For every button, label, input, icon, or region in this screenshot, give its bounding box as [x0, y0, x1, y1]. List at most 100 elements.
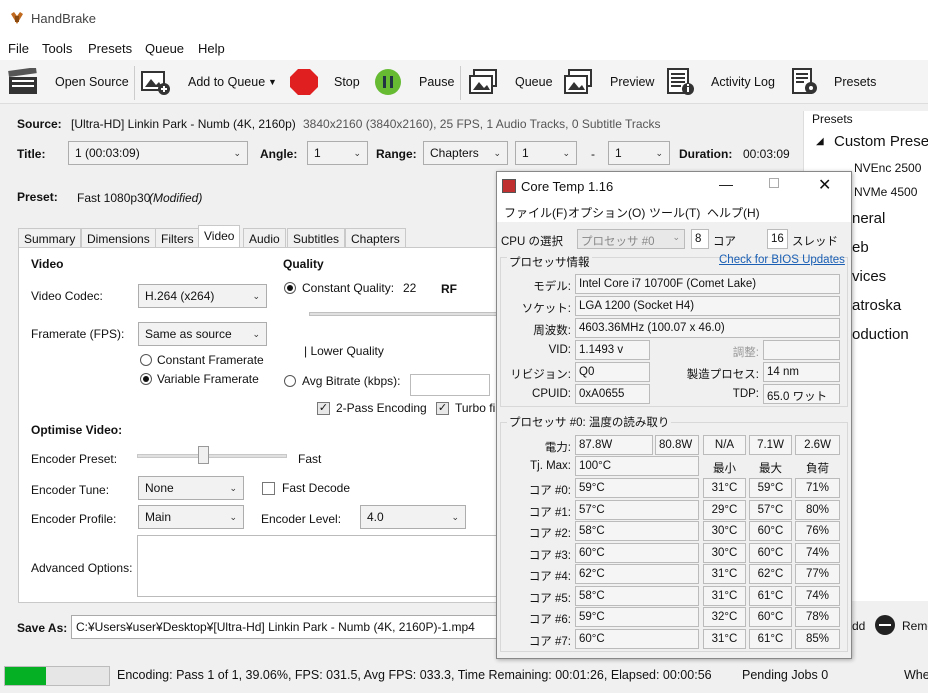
preset-group[interactable]: oduction: [852, 326, 909, 343]
preset-item[interactable]: NVEnc 2500: [854, 161, 921, 175]
avg-bitrate-input[interactable]: [410, 374, 490, 396]
tab-audio[interactable]: Audio: [243, 228, 286, 248]
encode-progress-bar: [4, 666, 110, 686]
presets-panel-title: Presets: [812, 112, 853, 126]
angle-select[interactable]: 1 ⌄: [307, 141, 368, 165]
queue-icon[interactable]: [468, 68, 498, 96]
add-button-partial[interactable]: dd: [852, 619, 865, 633]
title-select[interactable]: 1 (00:03:09) ⌄: [68, 141, 248, 165]
range-end-select[interactable]: 1 ⌄: [608, 141, 670, 165]
core-label: コア #4:: [528, 571, 571, 583]
constant-quality-radio[interactable]: [284, 282, 296, 294]
turbo-checkbox[interactable]: ✓: [436, 402, 449, 415]
clapperboard-icon[interactable]: [8, 67, 38, 96]
encoder-preset-thumb[interactable]: [198, 446, 209, 464]
tdp-label: TDP:: [732, 388, 759, 400]
encoder-tune-select[interactable]: None ⌄: [138, 476, 244, 500]
menu-queue[interactable]: Queue: [145, 41, 184, 56]
save-as-input[interactable]: C:¥Users¥user¥Desktop¥[Ultra-Hd] Linkin …: [71, 615, 501, 639]
chevron-down-icon[interactable]: ▼: [268, 77, 277, 87]
maximize-icon[interactable]: [769, 178, 779, 188]
preview-button[interactable]: Preview: [610, 75, 654, 89]
video-codec-select[interactable]: H.264 (x264) ⌄: [138, 284, 267, 308]
minimize-icon[interactable]: —: [719, 176, 733, 192]
preset-group[interactable]: neral: [852, 210, 885, 227]
open-source-button[interactable]: Open Source: [55, 75, 129, 89]
variable-framerate-radio[interactable]: [140, 373, 152, 385]
avg-bitrate-label: Avg Bitrate (kbps):: [302, 374, 401, 388]
cpu-select[interactable]: プロセッサ #0 ⌄: [577, 229, 685, 249]
tab-filters[interactable]: Filters: [155, 228, 200, 248]
core-temp: 58°C: [575, 585, 699, 606]
encoder-tune-label: Encoder Tune:: [31, 483, 110, 497]
fast-decode-label: Fast Decode: [282, 481, 351, 495]
remove-icon[interactable]: [875, 615, 895, 635]
menu-tools[interactable]: Tools: [42, 41, 72, 56]
ct-menu-tools[interactable]: ツール(T): [649, 204, 700, 221]
presets-group-custom[interactable]: Custom Preset: [834, 133, 928, 150]
col-min-header: 最小: [713, 463, 736, 475]
preset-modified: (Modified): [149, 191, 203, 205]
presets-gear-icon[interactable]: [790, 68, 820, 96]
fast-decode-checkbox[interactable]: [262, 482, 275, 495]
core-min: 31°C: [703, 564, 746, 584]
activity-log-button[interactable]: Activity Log: [711, 75, 775, 89]
tab-label: Subtitles: [293, 232, 340, 246]
menu-file[interactable]: File: [8, 41, 29, 56]
two-pass-checkbox[interactable]: ✓: [317, 402, 330, 415]
tab-subtitles[interactable]: Subtitles: [287, 228, 346, 248]
thermometer-app-icon: [502, 179, 516, 193]
collapse-triangle-icon[interactable]: ◢: [816, 136, 824, 147]
core-max: 62°C: [749, 564, 792, 584]
pause-button[interactable]: Pause: [419, 75, 454, 89]
encoding-status-text: Encoding: Pass 1 of 1, 39.06%, FPS: 031.…: [117, 668, 712, 682]
save-as-path: C:¥Users¥user¥Desktop¥[Ultra-Hd] Linkin …: [76, 620, 475, 634]
range-start-select[interactable]: 1 ⌄: [515, 141, 577, 165]
quality-slider[interactable]: [309, 312, 509, 316]
preset-group[interactable]: vices: [852, 268, 886, 285]
when-done-partial[interactable]: Whe: [904, 668, 928, 682]
tab-chapters[interactable]: Chapters: [345, 228, 406, 248]
core-min: 29°C: [703, 499, 746, 520]
stop-button[interactable]: Stop: [334, 75, 360, 89]
stop-icon[interactable]: [289, 68, 319, 96]
menu-presets[interactable]: Presets: [88, 41, 132, 56]
ct-menu-help[interactable]: ヘルプ(H): [707, 204, 760, 221]
process-label: 製造プロセス:: [686, 369, 759, 381]
ct-menu-file[interactable]: ファイル(F): [504, 204, 567, 221]
queue-button[interactable]: Queue: [515, 75, 553, 89]
advanced-options-textarea[interactable]: [137, 535, 517, 597]
preset-group[interactable]: atroska: [852, 297, 901, 314]
video-tab-panel: Video Video Codec: H.264 (x264) ⌄ Framera…: [18, 247, 518, 603]
menu-help[interactable]: Help: [198, 41, 225, 56]
encoder-level-select[interactable]: 4.0 ⌄: [360, 505, 466, 529]
range-type-select[interactable]: Chapters ⌄: [423, 141, 508, 165]
app-title: HandBrake: [31, 11, 97, 26]
core-max: 57°C: [749, 499, 792, 520]
core-load: 85%: [795, 628, 840, 649]
preview-icon[interactable]: [563, 68, 593, 96]
activity-log-icon[interactable]: [666, 68, 696, 96]
framerate-select[interactable]: Same as source ⌄: [138, 322, 267, 346]
bios-update-link[interactable]: Check for BIOS Updates: [719, 254, 845, 266]
preset-item[interactable]: NVMe 4500: [854, 185, 917, 199]
avg-bitrate-radio[interactable]: [284, 375, 296, 387]
tab-dimensions[interactable]: Dimensions: [81, 228, 156, 248]
add-to-queue-button[interactable]: Add to Queue: [188, 75, 265, 89]
pause-icon[interactable]: [373, 68, 403, 96]
ct-menu-options[interactable]: オプション(O): [568, 204, 645, 221]
encoder-profile-select[interactable]: Main ⌄: [138, 505, 244, 529]
tab-video[interactable]: Video: [198, 225, 241, 248]
encoder-preset-slider[interactable]: [137, 454, 287, 458]
close-icon[interactable]: ✕: [818, 175, 831, 195]
power-value-text: 2.6W: [804, 439, 831, 451]
add-queue-image-icon[interactable]: [141, 68, 171, 96]
constant-framerate-radio[interactable]: [140, 354, 152, 366]
remove-button-partial[interactable]: Remo: [902, 619, 928, 633]
presets-button[interactable]: Presets: [834, 75, 876, 89]
encoder-preset-label: Encoder Preset:: [31, 452, 118, 466]
preset-group[interactable]: eb: [852, 239, 869, 256]
core-temp: 59°C: [575, 478, 699, 498]
tab-summary[interactable]: Summary: [18, 228, 82, 248]
constant-quality-value: 22: [403, 281, 417, 295]
